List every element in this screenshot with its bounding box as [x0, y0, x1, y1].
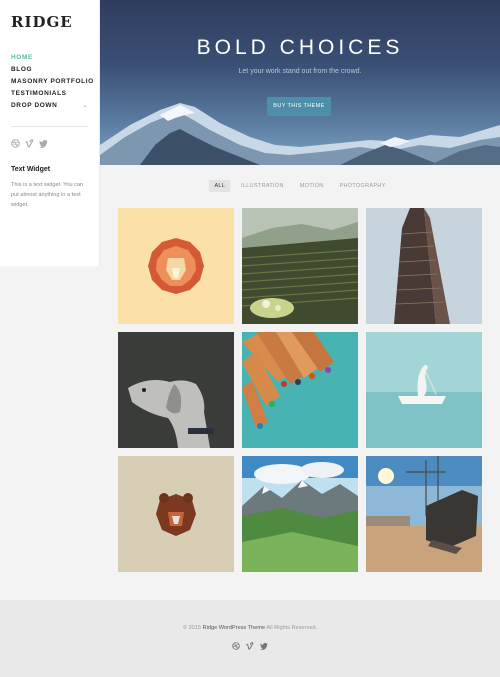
portfolio-item-dog[interactable] — [118, 332, 234, 448]
lion-illustration-image — [118, 208, 234, 324]
portfolio-grid — [118, 208, 482, 572]
nav-item-home[interactable]: HOME — [11, 52, 88, 64]
nav-item-masonry-portfolio[interactable]: MASONRY PORTFOLIO — [11, 76, 93, 88]
dribbble-icon[interactable] — [232, 642, 240, 650]
dribbble-icon[interactable] — [11, 139, 20, 148]
nav-item-drop-down[interactable]: DROP DOWN ⌄ — [11, 100, 88, 112]
filter-illustration[interactable]: ILLUSTRATION — [236, 180, 289, 192]
copyright-suffix: All Rights Reserved. — [266, 625, 318, 631]
hero-subtitle: Let your work stand out from the crowd. — [238, 68, 362, 75]
bear-illustration-image — [118, 456, 234, 572]
copyright-year: © 2015 — [182, 625, 202, 631]
portfolio-filters: ALL ILLUSTRATION MOTION PHOTOGRAPHY — [100, 180, 500, 192]
footer-social-links — [0, 642, 500, 650]
filter-all[interactable]: ALL — [209, 180, 231, 192]
portfolio-item-terraces[interactable] — [242, 208, 358, 324]
portfolio-item-pencils[interactable] — [242, 332, 358, 448]
portfolio-item-bird-boat[interactable] — [366, 332, 482, 448]
portfolio-item-flatiron[interactable] — [366, 208, 482, 324]
portfolio-item-alpine[interactable] — [242, 456, 358, 572]
nav-item-testimonials[interactable]: TESTIMONIALS — [11, 88, 88, 100]
filter-photography[interactable]: PHOTOGRAPHY — [335, 180, 391, 192]
vimeo-icon[interactable] — [25, 139, 34, 148]
sidebar: RIDGE HOME BLOG MASONRY PORTFOLIO TESTIM… — [0, 0, 100, 266]
nav-item-blog[interactable]: BLOG — [11, 64, 88, 76]
flatiron-building-image — [366, 208, 482, 324]
text-widget-body: This is a text widget. You can put almos… — [11, 182, 84, 208]
vimeo-icon[interactable] — [246, 642, 254, 650]
colored-pencils-image — [242, 332, 358, 448]
theme-link[interactable]: Ridge WordPress Theme — [203, 625, 266, 631]
site-logo[interactable]: RIDGE — [11, 12, 88, 34]
alpine-valley-image — [242, 456, 358, 572]
sidebar-social-links — [11, 139, 88, 148]
filter-motion[interactable]: MOTION — [295, 180, 329, 192]
main-nav: HOME BLOG MASONRY PORTFOLIO TESTIMONIALS… — [11, 52, 93, 112]
sidebar-divider — [11, 126, 88, 127]
terraced-hills-image — [242, 208, 358, 324]
site-footer: © 2015 Ridge WordPress Theme All Rights … — [0, 600, 500, 677]
buy-theme-button[interactable]: BUY THIS THEME — [267, 97, 331, 116]
dog-image — [118, 332, 234, 448]
hero-title: BOLD CHOICES — [196, 36, 404, 59]
bird-on-boat-image — [366, 332, 482, 448]
portfolio-item-lion[interactable] — [118, 208, 234, 324]
excavator-image — [366, 456, 482, 572]
twitter-icon[interactable] — [260, 642, 268, 650]
chevron-down-icon: ⌄ — [82, 103, 88, 109]
hero-banner: BOLD CHOICES Let your work stand out fro… — [100, 0, 500, 165]
copyright-text: © 2015 Ridge WordPress Theme All Rights … — [0, 625, 500, 631]
portfolio-item-excavator[interactable] — [366, 456, 482, 572]
portfolio-item-bear[interactable] — [118, 456, 234, 572]
twitter-icon[interactable] — [39, 139, 48, 148]
text-widget-title: Text Widget — [11, 166, 51, 173]
